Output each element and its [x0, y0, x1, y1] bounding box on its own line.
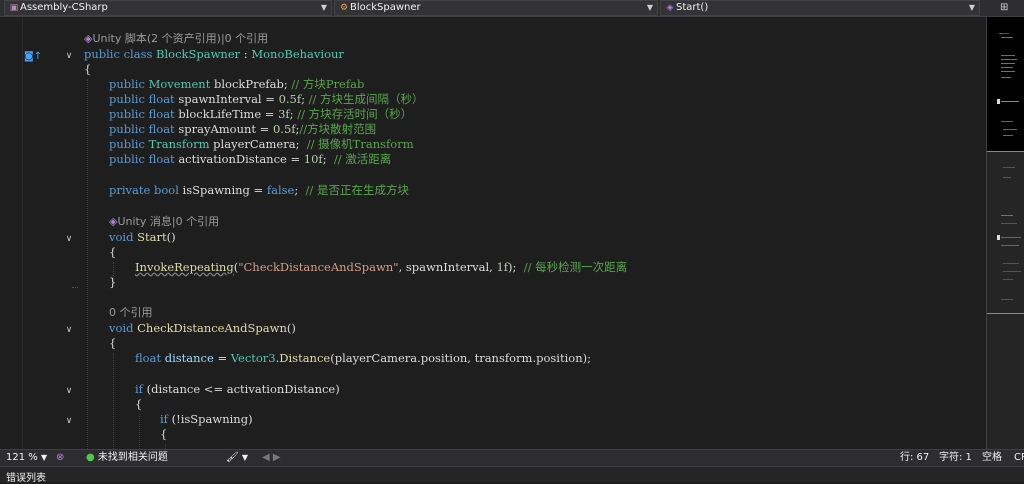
csharp-project-icon: ▣ — [9, 3, 19, 13]
map-line — [1001, 63, 1015, 64]
map-marker — [997, 235, 1000, 240]
project-label: Assembly-CSharp — [20, 2, 108, 13]
code-line: { — [109, 336, 117, 350]
map-line — [1001, 237, 1021, 238]
error-list-panel[interactable]: 错误列表 — [0, 466, 1024, 484]
chevron-down-icon: ▼ — [320, 3, 327, 12]
code-line: if (distance <= activationDistance) — [135, 382, 340, 396]
check-circle-icon: ● — [86, 452, 95, 463]
fold-toggle-class[interactable]: ∨ — [64, 51, 74, 61]
map-viewport-edge — [987, 313, 1024, 314]
navigation-bar: ▣ Assembly-CSharp ▼ ⚙ BlockSpawner ▼ ◈ Star… — [0, 0, 1024, 17]
navigate-icon[interactable]: ◀ ▶ — [262, 450, 281, 466]
brush-icon: 🖌 — [226, 452, 239, 463]
chevron-down-icon: ▼ — [40, 453, 48, 462]
indent-guide — [87, 79, 88, 449]
map-line — [1001, 67, 1013, 68]
code-editor[interactable]: ◙↑ ∨ ∨ ∨ ∨ ∨ ◈Unity 脚本(2 个资产引用)|0 个引用 pu… — [0, 17, 986, 449]
code-line: if (!isSpawning) — [160, 412, 253, 426]
map-line — [1001, 101, 1019, 102]
code-line: float distance = Vector3.Distance(player… — [135, 351, 591, 365]
code-line: void Start() — [109, 230, 176, 244]
map-line — [1001, 59, 1017, 60]
chevron-down-icon: ▼ — [646, 3, 653, 12]
codelens-check[interactable]: 0 个引用 — [109, 306, 153, 320]
issues-indicator[interactable]: ● 未找到相关问题 — [86, 450, 168, 466]
code-line: private bool isSpawning = false; // 是否正在… — [109, 183, 409, 197]
map-line — [1003, 167, 1015, 168]
map-line — [1003, 263, 1019, 264]
map-line — [1001, 245, 1019, 246]
map-line — [1003, 177, 1011, 178]
method-icon: ◈ — [666, 3, 674, 13]
codelens-class[interactable]: ◈Unity 脚本(2 个资产引用)|0 个引用 — [84, 32, 268, 46]
editor-status-bar: 121 % ▼ ⊗ ● 未找到相关问题 🖌 ▼ ◀ ▶ 行: 67 字符: 1 … — [0, 449, 1024, 466]
scrollbar-map[interactable] — [986, 17, 1024, 449]
code-line: public Movement blockPrefab; // 方块Prefab — [109, 77, 365, 91]
map-line — [999, 33, 1009, 34]
code-line: { — [109, 245, 117, 259]
class-dropdown[interactable]: ⚙ BlockSpawner ▼ — [334, 0, 658, 16]
map-line — [1001, 215, 1013, 216]
chevron-down-icon: ▼ — [968, 3, 975, 12]
gutter-divider — [22, 17, 23, 449]
fold-end-marker — [72, 287, 78, 289]
line-ending-indicator[interactable]: CR — [1014, 450, 1024, 466]
map-line — [1003, 279, 1013, 280]
char-indicator[interactable]: 字符: 1 — [939, 450, 972, 466]
indent-guide — [113, 353, 114, 449]
class-icon: ⚙ — [339, 3, 349, 13]
split-editor-button[interactable]: ⊞ — [988, 0, 1024, 16]
code-line: public class BlockSpawner : MonoBehaviou… — [84, 47, 344, 61]
class-label: BlockSpawner — [350, 2, 421, 13]
code-line: { — [160, 427, 168, 441]
code-line: public float activationDistance = 10f; /… — [109, 152, 392, 166]
map-marker — [997, 99, 1000, 104]
map-line — [1001, 55, 1015, 56]
fold-toggle-if2[interactable]: ∨ — [64, 416, 74, 426]
code-line: InvokeRepeating("CheckDistanceAndSpawn",… — [135, 260, 628, 274]
map-line — [1001, 71, 1015, 72]
code-line: public float sprayAmount = 0.5f;//方块散射范围 — [109, 122, 377, 136]
code-line: { — [135, 397, 143, 411]
fold-toggle-check[interactable]: ∨ — [64, 325, 74, 335]
member-dropdown[interactable]: ◈ Start() ▼ — [660, 0, 980, 16]
chevron-down-icon: ▼ — [241, 453, 249, 462]
fold-toggle-if[interactable]: ∨ — [64, 386, 74, 396]
map-line — [1001, 223, 1017, 224]
code-cleanup-button[interactable]: 🖌 ▼ — [226, 450, 248, 466]
map-line — [1003, 129, 1017, 130]
implementation-icon[interactable]: ◙↑ — [24, 51, 42, 62]
indent-guide — [139, 414, 140, 449]
split-icon: ⊞ — [1000, 2, 1009, 13]
whitespace-indicator[interactable]: 空格 — [982, 450, 1002, 466]
map-viewport-edge — [987, 151, 1024, 152]
code-line: } — [109, 275, 117, 289]
member-label: Start() — [676, 2, 709, 13]
map-line — [1001, 37, 1013, 38]
map-line — [1001, 299, 1013, 300]
map-line — [1001, 77, 1011, 78]
code-line: public float spawnInterval = 0.5f; // 方块… — [109, 92, 424, 106]
copilot-icon[interactable]: ⊗ — [56, 450, 64, 466]
project-dropdown[interactable]: ▣ Assembly-CSharp ▼ — [4, 0, 332, 16]
code-line: public float blockLifeTime = 3f; // 方块存活… — [109, 107, 413, 121]
map-line — [1003, 271, 1021, 272]
line-indicator[interactable]: 行: 67 — [900, 450, 929, 466]
fold-toggle-start[interactable]: ∨ — [64, 234, 74, 244]
code-line: { — [84, 62, 92, 76]
code-line: void CheckDistanceAndSpawn() — [109, 321, 296, 335]
codelens-start[interactable]: ◈Unity 消息|0 个引用 — [109, 215, 219, 229]
code-line: public Transform playerCamera; // 摄像机Tra… — [109, 137, 414, 151]
map-line — [1001, 121, 1013, 122]
zoom-level[interactable]: 121 % ▼ — [6, 450, 47, 466]
map-line — [1003, 135, 1013, 136]
